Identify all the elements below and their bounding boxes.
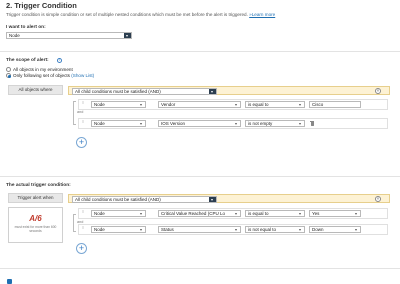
- footer-checkbox[interactable]: [7, 279, 12, 284]
- chevron-down-icon: [233, 211, 240, 216]
- scope-radio-all[interactable]: [6, 67, 11, 72]
- drag-handle-icon[interactable]: [82, 211, 85, 216]
- chevron-down-icon: [124, 33, 131, 38]
- add-circle-icon[interactable]: +: [76, 137, 87, 148]
- trigger-condition-row-2: Node Status is not equal to Down: [78, 224, 388, 235]
- trash-icon[interactable]: [310, 121, 314, 126]
- alert-on-label: I want to alert on:: [6, 25, 46, 30]
- scope-left-label: All objects where: [8, 85, 63, 95]
- object-select[interactable]: Node: [91, 210, 146, 217]
- object-value: Node: [94, 227, 105, 232]
- trigger-logo: A/6: [29, 214, 42, 223]
- info-icon[interactable]: i: [57, 58, 62, 63]
- chevron-down-icon: [138, 121, 145, 126]
- trigger-group-condition-bar: All child conditions must be satisfied (…: [68, 194, 390, 203]
- chevron-down-icon: [209, 197, 216, 202]
- scope-label: The scope of alert:: [6, 58, 49, 63]
- drag-handle-icon[interactable]: [82, 227, 85, 232]
- scope-option-following: Only following set of objects (Show List…: [13, 73, 94, 78]
- divider: [0, 268, 400, 269]
- object-value: Node: [94, 211, 105, 216]
- object-select[interactable]: Node: [91, 120, 146, 127]
- scope-condition-row-2: Node IOS Version is not empty: [78, 118, 388, 129]
- field-select[interactable]: Critical Value Reached (CPU Lo: [158, 210, 241, 217]
- object-value: Node: [94, 121, 105, 126]
- operator-value: is not empty: [248, 121, 273, 126]
- learn-more-link[interactable]: »Learn more: [249, 12, 275, 17]
- operator-select[interactable]: is not empty: [245, 120, 305, 127]
- remove-circle-icon[interactable]: ×: [375, 87, 381, 94]
- divider: [0, 176, 400, 177]
- object-select[interactable]: Node: [91, 101, 146, 108]
- operator-value: is equal to: [248, 211, 269, 216]
- field-select[interactable]: Status: [158, 226, 241, 233]
- chevron-down-icon: [297, 102, 304, 107]
- remove-circle-icon[interactable]: ×: [375, 195, 381, 202]
- operator-select[interactable]: is equal to: [245, 210, 305, 217]
- trigger-and-bracket: [73, 214, 76, 232]
- scope-and-bracket: [73, 101, 76, 125]
- chevron-down-icon: [233, 102, 240, 107]
- scope-option-all: All objects in my environment: [13, 67, 73, 72]
- trigger-logo-caption: must exist for more than 600 seconds: [14, 225, 57, 233]
- operator-select[interactable]: is equal to: [245, 101, 305, 108]
- value-text: Yes: [312, 211, 320, 216]
- chevron-down-icon: [297, 121, 304, 126]
- field-select[interactable]: IOS Version: [158, 120, 241, 127]
- chevron-down-icon: [353, 227, 360, 232]
- object-value: Node: [94, 102, 105, 107]
- field-value: IOS Version: [161, 121, 186, 126]
- chevron-down-icon: [297, 211, 304, 216]
- value-select[interactable]: Yes: [309, 210, 361, 217]
- value-text: Cisco: [312, 102, 324, 107]
- alert-on-value: Node: [9, 33, 20, 38]
- trigger-label: The actual trigger condition:: [6, 183, 71, 188]
- drag-handle-icon[interactable]: [82, 121, 85, 126]
- chevron-down-icon: [297, 227, 304, 232]
- divider: [0, 51, 400, 52]
- scope-group-select[interactable]: All child conditions must be satisfied (…: [72, 88, 217, 95]
- operator-select[interactable]: is not equal to: [245, 226, 305, 233]
- object-select[interactable]: Node: [91, 226, 146, 233]
- chevron-down-icon: [138, 227, 145, 232]
- value-select[interactable]: Down: [309, 226, 361, 233]
- field-value: Vendor: [161, 102, 176, 107]
- add-circle-icon[interactable]: +: [76, 243, 87, 254]
- alert-on-select[interactable]: Node: [6, 32, 132, 39]
- trigger-group-value: All child conditions must be satisfied (…: [75, 197, 161, 202]
- field-value: Critical Value Reached (CPU Lo: [161, 211, 225, 216]
- operator-value: is not equal to: [248, 227, 277, 232]
- scope-group-value: All child conditions must be satisfied (…: [75, 89, 161, 94]
- chevron-down-icon: [138, 102, 145, 107]
- trigger-logo-box: A/6 must exist for more than 600 seconds: [8, 207, 63, 243]
- chevron-down-icon: [233, 121, 240, 126]
- value-input[interactable]: Cisco: [309, 101, 361, 108]
- drag-handle-icon[interactable]: [82, 102, 85, 107]
- field-value: Status: [161, 227, 174, 232]
- scope-radio-selected[interactable]: [6, 73, 11, 78]
- section-subtitle: Trigger condition is simple condition or…: [6, 12, 275, 17]
- value-text: Down: [312, 227, 324, 232]
- section-title: 2. Trigger Condition: [6, 1, 77, 10]
- chevron-down-icon: [209, 89, 216, 94]
- subtitle-text: Trigger condition is simple condition or…: [6, 12, 248, 17]
- field-select[interactable]: Vendor: [158, 101, 241, 108]
- show-list-link[interactable]: (Show List): [71, 73, 94, 78]
- scope-condition-row-1: Node Vendor is equal to Cisco: [78, 99, 388, 110]
- operator-value: is equal to: [248, 102, 269, 107]
- chevron-down-icon: [233, 227, 240, 232]
- scope-option-following-label: Only following set of objects: [13, 73, 70, 78]
- trigger-group-select[interactable]: All child conditions must be satisfied (…: [72, 196, 217, 203]
- scope-and-label: and: [77, 110, 84, 114]
- chevron-down-icon: [353, 211, 360, 216]
- trigger-condition-row-1: Node Critical Value Reached (CPU Lo is e…: [78, 208, 388, 219]
- trigger-left-label: Trigger alert when: [8, 193, 63, 203]
- scope-group-condition-bar: All child conditions must be satisfied (…: [68, 86, 390, 95]
- chevron-down-icon: [138, 211, 145, 216]
